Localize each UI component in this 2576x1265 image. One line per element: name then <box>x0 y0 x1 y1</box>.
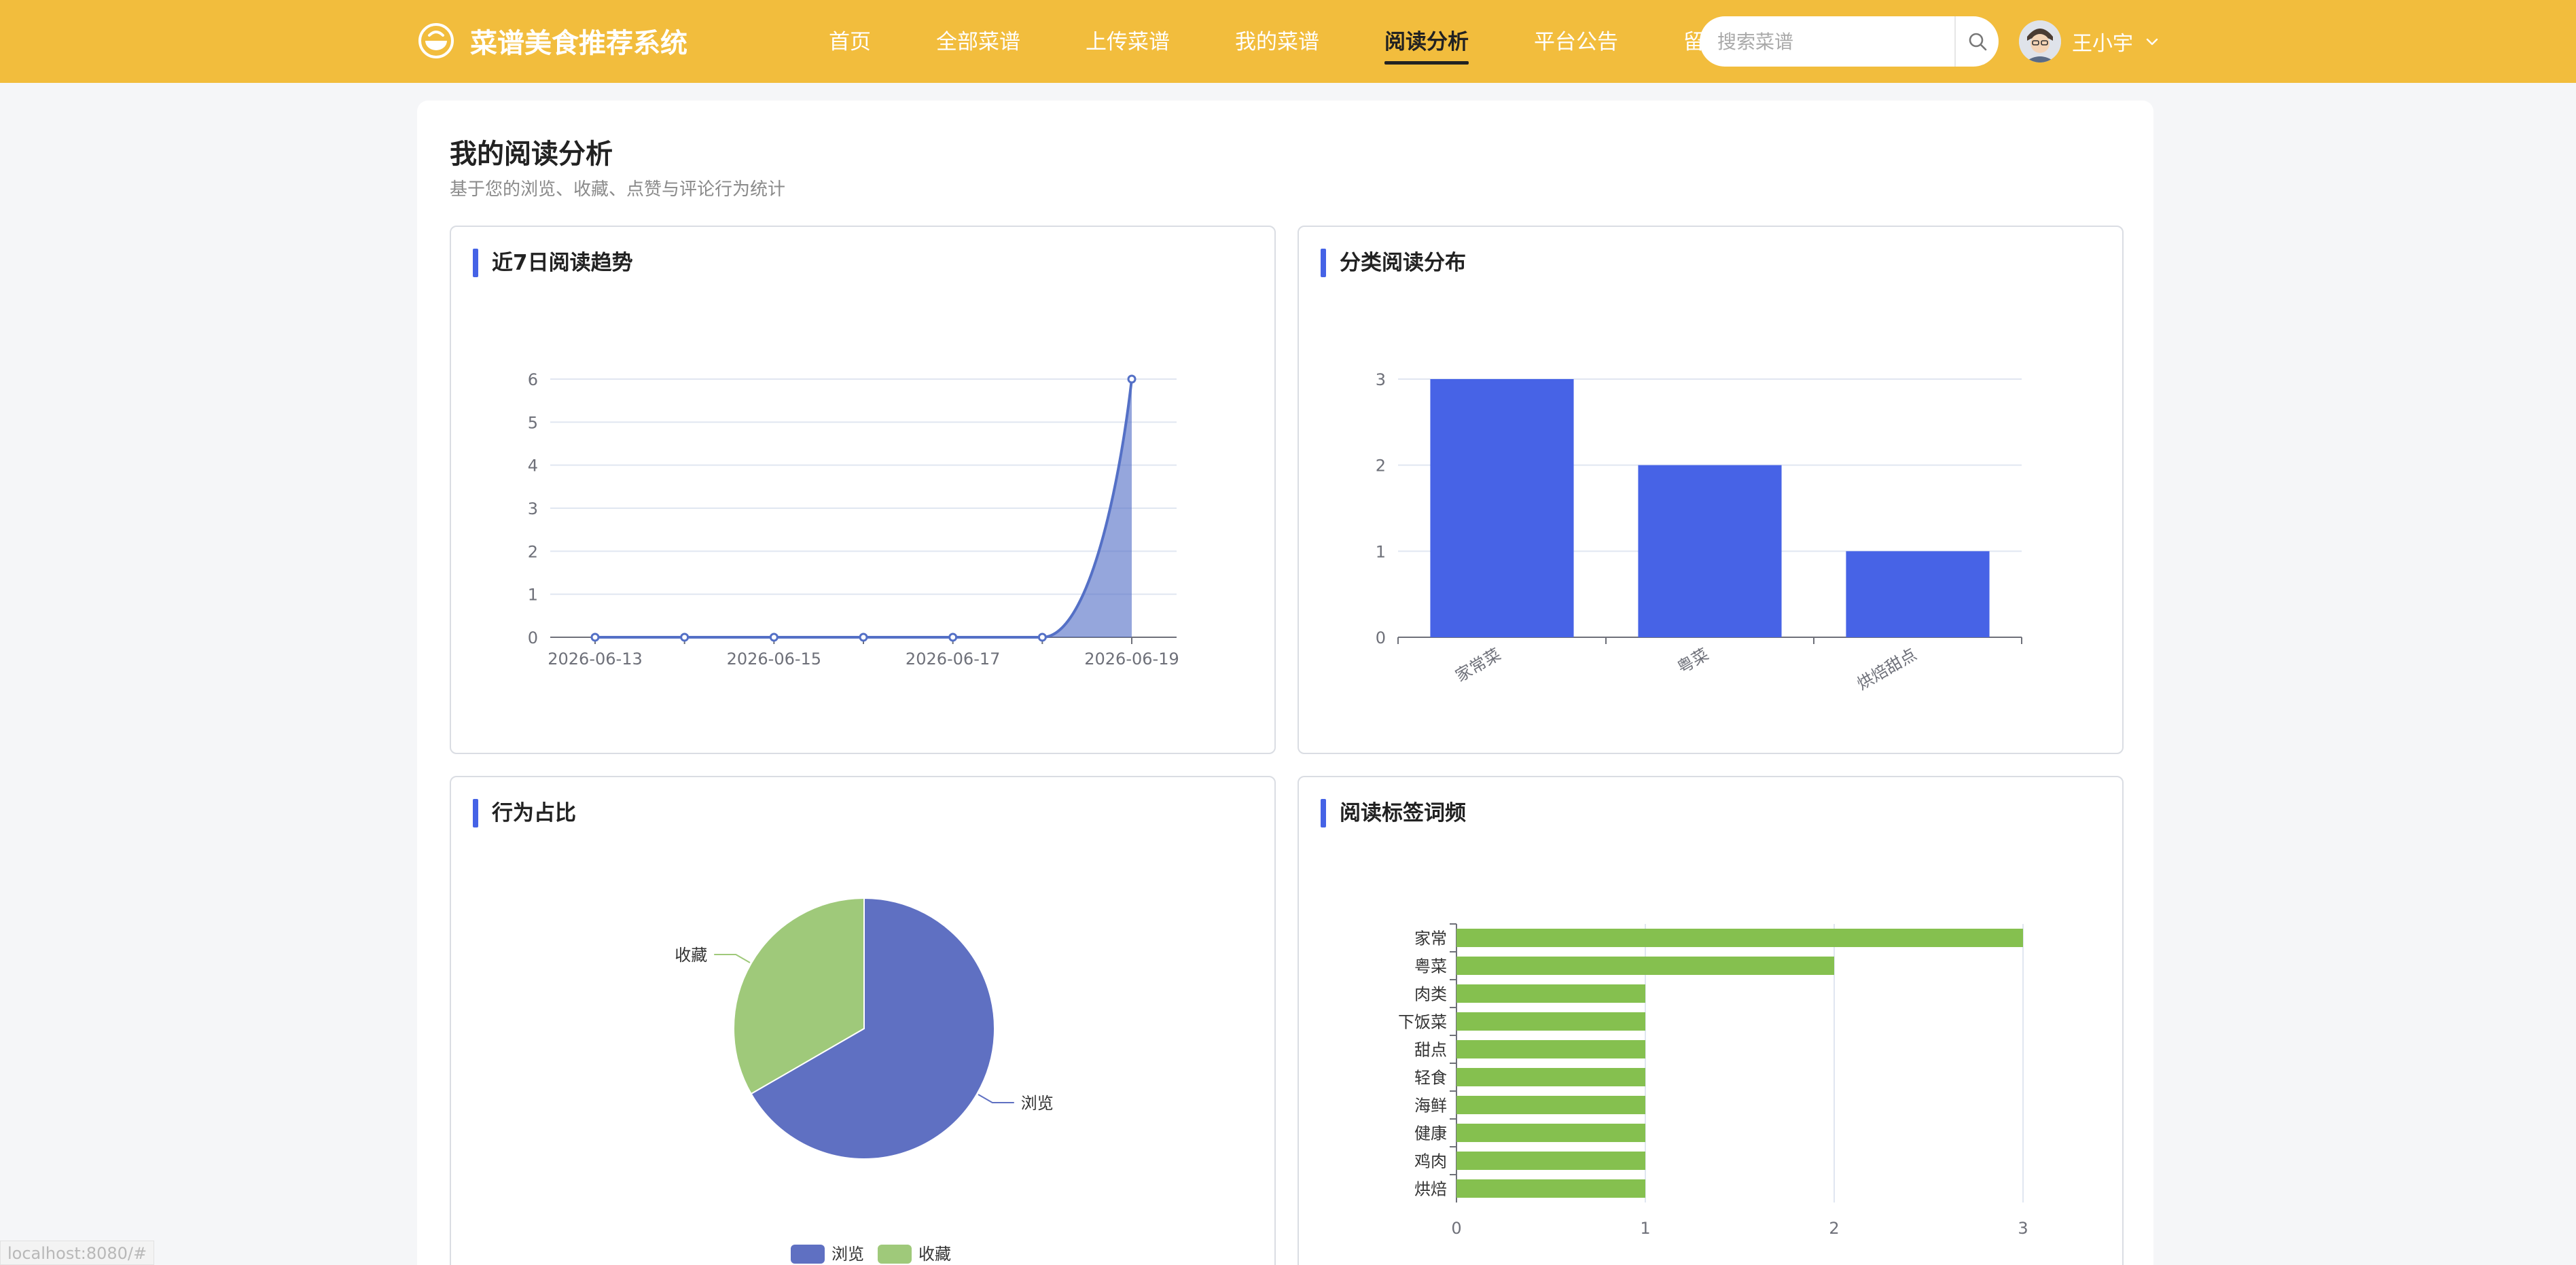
behavior-chart-panel: 行为占比 浏览 收藏 浏览 收藏 <box>450 776 1276 1265</box>
user-name: 王小宇 <box>2072 32 2133 56</box>
tags-bar <box>1456 1067 1645 1087</box>
trend-y-tick-label: 2 <box>528 542 538 561</box>
avatar <box>2019 20 2061 63</box>
pie-legend-label: 浏览 <box>831 1245 864 1264</box>
tags-y-tick-label: 鸡肉 <box>1414 1152 1447 1171</box>
trend-data-point <box>680 632 690 642</box>
category-x-tick-label: 家常菜 <box>1452 645 1504 685</box>
tags-bar <box>1456 956 1834 976</box>
category-y-tick-label: 2 <box>1376 457 1386 476</box>
top-navigation-bar: 菜谱美食推荐系统 首页 全部菜谱 上传菜谱 我的菜谱 阅读分析 平台公告 留言反… <box>0 0 2576 83</box>
trend-x-tick-label: 2026-06-17 <box>906 649 1000 669</box>
tags-bar <box>1456 1151 1645 1171</box>
tags-y-tick-label: 肉类 <box>1414 985 1447 1004</box>
trend-y-tick-label: 3 <box>528 499 538 518</box>
category-y-tick-label: 0 <box>1376 628 1386 647</box>
nav-item-upload-recipe[interactable]: 上传菜谱 <box>1069 19 1186 65</box>
pie-legend-swatch <box>791 1245 825 1264</box>
app-logo[interactable]: 菜谱美食推荐系统 <box>416 20 687 61</box>
search-icon <box>1969 33 1986 51</box>
tags-y-tick-label: 粤菜 <box>1414 957 1447 976</box>
tags-x-tick-label: 0 <box>1451 1219 1461 1238</box>
tag-frequency-bar-chart: 0 1 2 3 家常粤菜肉类下饭菜甜点轻食海鲜健康鸡肉烘焙 <box>1398 923 2028 1238</box>
status-bar-url: localhost:8080/# <box>0 1241 155 1265</box>
tag-chart-panel: 阅读标签词频 0 1 2 3 家常 粤菜 肉类 下饭菜 甜点 轻食 海鲜 健康 鸡肉 烘焙 <box>1298 776 2124 1265</box>
trend-data-point <box>1037 632 1047 642</box>
pie-legend-label: 收藏 <box>918 1245 951 1264</box>
category-bar <box>1846 551 1990 637</box>
trend-chart-panel: 近7日阅读趋势 0 1 2 3 4 5 6 2026-06-13 2026-06-15 2026-… <box>450 226 1276 754</box>
trend-data-point <box>769 632 779 642</box>
search-input[interactable] <box>1700 16 1954 67</box>
trend-data-point <box>1127 374 1137 384</box>
trend-x-tick-label: 2026-06-15 <box>727 649 821 669</box>
page-subtitle: 基于您的浏览、收藏、点赞与评论行为统计 <box>450 179 786 200</box>
tags-y-tick-label: 家常 <box>1414 929 1447 948</box>
tags-y-tick-label: 轻食 <box>1414 1069 1447 1088</box>
nav-item-all-recipes[interactable]: 全部菜谱 <box>920 19 1037 65</box>
category-bar-chart: 0 1 2 3 家常菜 粤菜 烘焙甜点 <box>1376 370 2022 694</box>
tags-bar <box>1456 1123 1645 1143</box>
tags-y-tick-label: 下饭菜 <box>1398 1013 1447 1032</box>
trend-y-tick-label: 6 <box>528 370 538 389</box>
trend-y-tick-label: 0 <box>528 628 538 647</box>
user-menu[interactable]: 王小宇 <box>2019 18 2160 65</box>
page-title: 我的阅读分析 <box>450 139 613 170</box>
tags-x-tick-label: 3 <box>2018 1219 2028 1238</box>
tags-y-tick-label: 海鲜 <box>1414 1097 1447 1116</box>
tags-bar <box>1456 1039 1645 1059</box>
tags-y-tick-label: 烘焙 <box>1414 1180 1447 1199</box>
bowl-icon <box>418 23 454 58</box>
trend-y-tick-label: 4 <box>528 457 538 476</box>
tags-bar <box>1456 1095 1645 1115</box>
behavior-pie-chart: 浏览收藏浏览 收藏 <box>675 897 1054 1264</box>
category-bar <box>1430 379 1574 637</box>
pie-slice-label: 浏览 <box>1021 1094 1054 1113</box>
trend-line-chart: 0 1 2 3 4 5 6 2026-06-13 2026-06-15 2026-06-17 202… <box>528 370 1179 669</box>
tags-x-tick-label: 2 <box>1829 1219 1839 1238</box>
tags-bar <box>1456 1179 1645 1198</box>
category-x-tick-label: 粤菜 <box>1674 645 1712 677</box>
tags-bar <box>1456 984 1645 1003</box>
tags-y-tick-label: 健康 <box>1414 1124 1447 1143</box>
chevron-down-icon <box>2146 38 2158 46</box>
nav-item-home[interactable]: 首页 <box>812 19 887 65</box>
pie-label-leader <box>978 1094 1014 1103</box>
pie-label-leader <box>714 954 751 963</box>
tags-x-tick-label: 1 <box>1640 1219 1650 1238</box>
trend-data-point <box>948 632 958 642</box>
trend-data-point <box>859 632 868 642</box>
category-x-tick-label: 烘焙甜点 <box>1854 645 1920 694</box>
trend-x-tick-label: 2026-06-19 <box>1084 649 1179 669</box>
category-bar <box>1638 465 1782 637</box>
trend-data-point <box>590 632 600 642</box>
nav-item-announcements[interactable]: 平台公告 <box>1518 19 1634 65</box>
nav-item-my-recipes[interactable]: 我的菜谱 <box>1219 19 1336 65</box>
category-y-tick-label: 1 <box>1376 542 1386 561</box>
trend-x-tick-label: 2026-06-13 <box>548 649 642 669</box>
tags-bar <box>1456 1012 1645 1031</box>
tags-y-tick-label: 甜点 <box>1414 1041 1447 1060</box>
pie-legend-swatch <box>878 1245 912 1264</box>
trend-y-tick-label: 5 <box>528 413 538 432</box>
category-chart-panel: 分类阅读分布 0 1 2 3 家常菜 粤菜 烘焙甜点 <box>1298 226 2124 754</box>
tags-bar <box>1456 928 2023 948</box>
main-nav: 首页 全部菜谱 上传菜谱 我的菜谱 阅读分析 平台公告 留言反馈 <box>812 0 1784 83</box>
pie-slice-label: 收藏 <box>675 946 707 965</box>
trend-y-tick-label: 1 <box>528 586 538 605</box>
app-title: 菜谱美食推荐系统 <box>470 28 687 59</box>
search-box <box>1700 16 1999 67</box>
search-button[interactable] <box>1954 16 1999 67</box>
nav-item-reading-analysis[interactable]: 阅读分析 <box>1368 19 1485 65</box>
category-y-tick-label: 3 <box>1376 370 1386 389</box>
